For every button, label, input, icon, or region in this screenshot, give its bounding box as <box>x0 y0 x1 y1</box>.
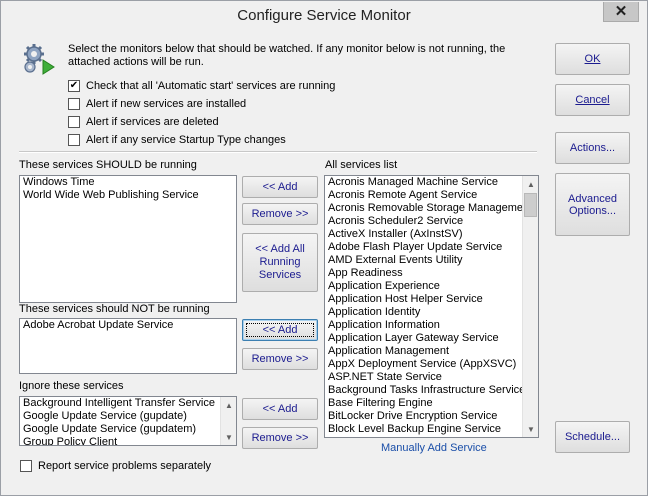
schedule-button[interactable]: Schedule... <box>555 421 630 453</box>
title-bar: Configure Service Monitor ✕ <box>1 1 647 31</box>
should-not-run-add-label: << Add <box>262 324 298 336</box>
list-item[interactable]: Acronis Remote Agent Service <box>325 189 538 202</box>
list-item[interactable]: Group Policy Client <box>20 436 236 445</box>
should-not-run-remove-button[interactable]: Remove >> <box>242 348 318 370</box>
all-services-list[interactable]: Acronis Managed Machine Service Acronis … <box>324 175 539 438</box>
list-item[interactable]: Application Experience <box>325 280 538 293</box>
schedule-label: Schedule... <box>564 431 621 443</box>
ok-button[interactable]: OK <box>555 43 630 75</box>
list-item[interactable]: AppX Deployment Service (AppXSVC) <box>325 358 538 371</box>
scroll-up-icon[interactable]: ▲ <box>221 397 236 413</box>
add-all-running-label: << Add All Running Services <box>255 243 305 281</box>
checkbox-report-separately[interactable] <box>20 460 32 472</box>
check-report-separately-label: Report service problems separately <box>38 460 212 472</box>
list-item[interactable]: Adobe Acrobat Update Service <box>20 319 236 332</box>
list-item[interactable]: Windows Time <box>20 176 236 189</box>
check-report-separately[interactable]: Report service problems separately <box>20 460 211 472</box>
checkbox-automatic-start[interactable]: ✔ <box>68 80 80 92</box>
ignore-add-label: << Add <box>262 403 298 415</box>
list-item[interactable]: Application Management <box>325 345 538 358</box>
close-button[interactable]: ✕ <box>603 2 639 22</box>
list-item[interactable]: Adobe Flash Player Update Service <box>325 241 538 254</box>
actions-label: Actions... <box>569 142 616 154</box>
list-item[interactable]: Background Intelligent Transfer Service <box>20 397 236 410</box>
list-item[interactable]: AMD External Events Utility <box>325 254 538 267</box>
scroll-thumb[interactable] <box>524 193 537 217</box>
advanced-options-label: Advanced Options... <box>568 192 617 217</box>
check-new-services[interactable]: Alert if new services are installed <box>68 98 246 110</box>
cancel-label: Cancel <box>575 94 610 106</box>
ignore-remove-button[interactable]: Remove >> <box>242 427 318 449</box>
check-services-deleted[interactable]: Alert if services are deleted <box>68 116 219 128</box>
list-item[interactable]: BitLocker Drive Encryption Service <box>325 410 538 423</box>
scroll-down-icon[interactable]: ▼ <box>523 421 538 437</box>
dialog-client: Select the monitors below that should be… <box>9 32 640 488</box>
list-item[interactable]: Google Update Service (gupdatem) <box>20 423 236 436</box>
close-icon: ✕ <box>614 3 628 20</box>
should-run-label: These services SHOULD be running <box>19 159 197 171</box>
should-not-run-label: These services should NOT be running <box>19 303 210 315</box>
ignore-label: Ignore these services <box>19 380 124 392</box>
ignore-scrollbar[interactable]: ▲ ▼ <box>220 397 236 445</box>
advanced-options-button[interactable]: Advanced Options... <box>555 173 630 236</box>
list-item[interactable]: Application Identity <box>325 306 538 319</box>
scroll-up-icon[interactable]: ▲ <box>523 176 538 192</box>
checkbox-startup-type[interactable] <box>68 134 80 146</box>
list-item[interactable]: App Readiness <box>325 267 538 280</box>
list-item[interactable]: Acronis Removable Storage Managemen <box>325 202 538 215</box>
checkbox-services-deleted[interactable] <box>68 116 80 128</box>
ignore-add-button[interactable]: << Add <box>242 398 318 420</box>
check-services-deleted-label: Alert if services are deleted <box>86 116 219 128</box>
all-services-scrollbar[interactable]: ▲ ▼ <box>522 176 538 437</box>
check-automatic-start[interactable]: ✔ Check that all 'Automatic start' servi… <box>68 80 335 92</box>
list-item[interactable]: Application Information <box>325 319 538 332</box>
list-item[interactable]: Block Level Backup Engine Service <box>325 423 538 436</box>
should-run-list[interactable]: Windows Time World Wide Web Publishing S… <box>19 175 237 303</box>
scroll-down-icon[interactable]: ▼ <box>221 429 236 445</box>
checkbox-new-services[interactable] <box>68 98 80 110</box>
should-not-run-list[interactable]: Adobe Acrobat Update Service <box>19 318 237 374</box>
should-run-add-label: << Add <box>262 181 298 193</box>
list-item[interactable]: Acronis Managed Machine Service <box>325 176 538 189</box>
cancel-button[interactable]: Cancel <box>555 84 630 116</box>
manually-add-service-link[interactable]: Manually Add Service <box>381 442 487 454</box>
separator <box>19 151 537 153</box>
should-not-run-add-button[interactable]: << Add <box>242 319 318 341</box>
list-item[interactable]: World Wide Web Publishing Service <box>20 189 236 202</box>
list-item[interactable]: Application Host Helper Service <box>325 293 538 306</box>
list-item[interactable]: Application Layer Gateway Service <box>325 332 538 345</box>
add-all-running-button[interactable]: << Add All Running Services <box>242 233 318 292</box>
check-startup-type-label: Alert if any service Startup Type change… <box>86 134 286 146</box>
gears-play-icon <box>24 44 55 75</box>
list-item[interactable]: Base Filtering Engine <box>325 397 538 410</box>
list-item[interactable]: ASP.NET State Service <box>325 371 538 384</box>
should-run-add-button[interactable]: << Add <box>242 176 318 198</box>
window-title: Configure Service Monitor <box>237 7 411 24</box>
ignore-remove-label: Remove >> <box>251 432 309 444</box>
actions-button[interactable]: Actions... <box>555 132 630 164</box>
dialog-window: Configure Service Monitor ✕ Select the m… <box>0 0 648 496</box>
ignore-list[interactable]: Background Intelligent Transfer Service … <box>19 396 237 446</box>
check-startup-type[interactable]: Alert if any service Startup Type change… <box>68 134 286 146</box>
list-item[interactable]: ActiveX Installer (AxInstSV) <box>325 228 538 241</box>
checkmark-icon: ✔ <box>69 80 79 91</box>
intro-text: Select the monitors below that should be… <box>68 43 506 68</box>
list-item[interactable]: Acronis Scheduler2 Service <box>325 215 538 228</box>
should-run-remove-button[interactable]: Remove >> <box>242 203 318 225</box>
all-services-label: All services list <box>325 159 398 171</box>
should-not-run-remove-label: Remove >> <box>251 353 309 365</box>
check-automatic-start-label: Check that all 'Automatic start' service… <box>86 80 336 92</box>
list-item[interactable]: Background Tasks Infrastructure Service <box>325 384 538 397</box>
list-item[interactable]: Google Update Service (gupdate) <box>20 410 236 423</box>
should-run-remove-label: Remove >> <box>251 208 309 220</box>
check-new-services-label: Alert if new services are installed <box>86 98 247 110</box>
ok-label: OK <box>584 53 601 65</box>
